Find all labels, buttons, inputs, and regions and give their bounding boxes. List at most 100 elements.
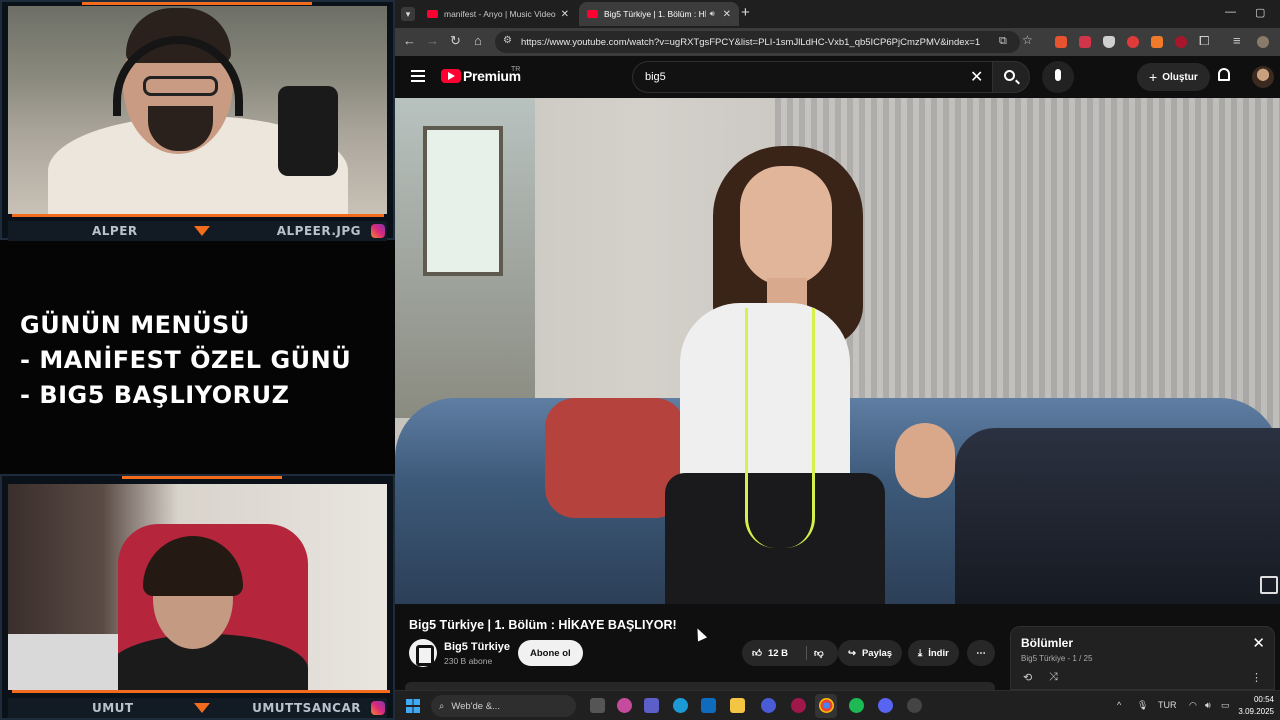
obs-icon[interactable] [907,698,922,713]
subscribe-button[interactable]: Abone ol [518,640,583,666]
download-button[interactable]: ⤓ İndir [908,640,959,666]
maximize-icon[interactable]: ▢ [1255,6,1265,19]
playlist-panel: Bölümler Big5 Türkiye - 1 / 25 ✕ ⟲ ⤨ ⋮ [1010,626,1275,690]
site-settings-icon[interactable]: ⚙︎ [503,35,512,46]
instagram-icon [371,701,385,715]
search-query: big5 [645,71,666,83]
speaker-icon[interactable]: 🔊︎ [710,9,715,19]
tab-manifest[interactable]: manifest - Anyo | Music Video ✕ [419,2,577,26]
clear-search-icon[interactable]: ✕ [970,67,983,87]
wifi-icon[interactable]: ◠ [1189,700,1197,711]
minimize-icon[interactable]: — [1225,6,1236,18]
file-explorer-icon[interactable] [730,698,745,713]
search-button[interactable] [992,61,1030,93]
shield-icon[interactable] [1103,36,1115,48]
battery-icon[interactable]: ▭ [1221,700,1230,711]
like-button[interactable]: 👍︎ 12 B 👎︎ [742,640,838,666]
voice-search-icon[interactable] [1042,61,1074,93]
menu-line: - BIG5 BAŞLIYORUZ [20,381,290,409]
forward-icon[interactable]: → [426,33,439,48]
webcam-top-video [8,6,387,214]
screen: ALPER ALPEER.JPG GÜNÜN MENÜSÜ - MANİFEST… [0,0,1280,720]
shuffle-icon[interactable]: ⤨ [1049,671,1058,684]
extension-icon[interactable] [1055,36,1067,48]
arrow-down-icon [194,703,210,713]
scene-hand [895,423,955,498]
video-info: Big5 Türkiye | 1. Bölüm : HİKAYE BAŞLIYO… [395,604,1280,690]
browser-window: ▾ manifest - Anyo | Music Video ✕ Big5 T… [395,0,1280,690]
media-control-icon[interactable]: ≡ [1233,33,1241,48]
taskbar-search[interactable]: ⌕ Web'de &... [431,695,576,717]
profile-icon[interactable] [1257,36,1269,48]
close-icon[interactable]: ✕ [1252,634,1265,652]
spotify-icon[interactable] [849,698,864,713]
dislike-icon[interactable]: 👎︎ [814,647,824,659]
nameplate: UMUT UMUTTSANCAR [8,698,387,718]
share-button[interactable]: ↪ Paylaş [838,640,903,666]
discord-icon[interactable] [878,698,893,713]
playlist-subtitle: Big5 Türkiye - 1 / 25 [1021,654,1093,663]
hamburger-menu-icon[interactable] [411,70,425,82]
tab-big5[interactable]: Big5 Türkiye | 1. Bölüm : Hİ 🔊︎ ✕ [579,2,739,26]
address-bar[interactable]: ⚙︎ https://www.youtube.com/watch?v=ugRXT… [495,31,1020,53]
edge-icon[interactable] [673,698,688,713]
accent-bar [12,214,384,217]
copilot-icon[interactable] [617,698,632,713]
clock-date: 3.09.2025 [1238,707,1274,716]
create-button[interactable]: + Oluştur [1137,63,1210,91]
notifications-bell-icon[interactable] [1218,68,1230,81]
streamer-name: UMUT [92,701,134,715]
system-clock[interactable]: 00:54 3.09.2025 [1238,694,1274,718]
extension-icon[interactable] [1127,36,1139,48]
more-vert-icon[interactable]: ⋮ [1251,671,1262,684]
chrome-icon[interactable] [819,698,834,713]
home-icon[interactable]: ⌂ [474,33,482,48]
star-icon[interactable]: ☆ [1022,33,1033,47]
download-icon: ⤓ [918,647,923,659]
scene-sofa-pillow [545,398,685,518]
subscriber-count: 230 B abone [444,656,493,666]
channel-avatar[interactable] [409,639,437,667]
miniplayer-icon[interactable] [1260,576,1278,594]
accent-bar [12,690,390,693]
tab-title: Big5 Türkiye | 1. Bölüm : Hİ [604,9,706,19]
app-icon[interactable] [761,698,776,713]
account-avatar[interactable] [1252,66,1274,88]
tab-strip: ▾ manifest - Anyo | Music Video ✕ Big5 T… [395,0,1280,28]
tab-search-icon[interactable]: ▾ [401,7,415,21]
extensions-icon[interactable]: ⧠ [1199,33,1209,49]
playlist-title[interactable]: Bölümler [1021,636,1073,650]
extension-icon[interactable] [1079,36,1091,48]
new-tab-icon[interactable]: + [741,4,750,21]
search-icon: ⌕ [439,700,445,712]
extension-icon[interactable] [1151,36,1163,48]
install-icon[interactable]: ⧉ [999,35,1007,48]
instagram-icon [371,224,385,238]
channel-name[interactable]: Big5 Türkiye [444,641,510,653]
more-actions-icon[interactable]: ⋯ [967,640,995,666]
desk [8,634,118,690]
tab-close-icon[interactable]: ✕ [561,9,569,20]
volume-icon[interactable]: 🔊︎ [1205,700,1211,711]
video-player[interactable] [395,98,1280,604]
microphone-icon[interactable]: 🎙︎ [1137,700,1148,711]
accent-bar [82,2,312,5]
back-icon[interactable]: ← [403,33,416,48]
loop-icon[interactable]: ⟲ [1023,671,1032,684]
reload-icon[interactable]: ↻ [450,33,461,49]
tab-close-icon[interactable]: ✕ [723,9,731,20]
windows-start-icon[interactable] [406,699,420,713]
youtube-logo-icon[interactable] [441,69,461,83]
ublock-icon[interactable] [1175,36,1187,48]
teams-icon[interactable] [644,698,659,713]
app-icon[interactable] [791,698,806,713]
task-view-icon[interactable] [590,698,605,713]
scene-window [423,126,503,276]
chair [278,86,338,176]
description-box[interactable] [405,682,995,690]
show-hidden-icons-icon[interactable]: ^ [1117,700,1121,710]
outlook-icon[interactable] [701,698,716,713]
language-indicator[interactable]: TUR [1158,700,1177,710]
search-input[interactable]: big5 [632,61,992,93]
scene-lanyard [745,308,815,548]
